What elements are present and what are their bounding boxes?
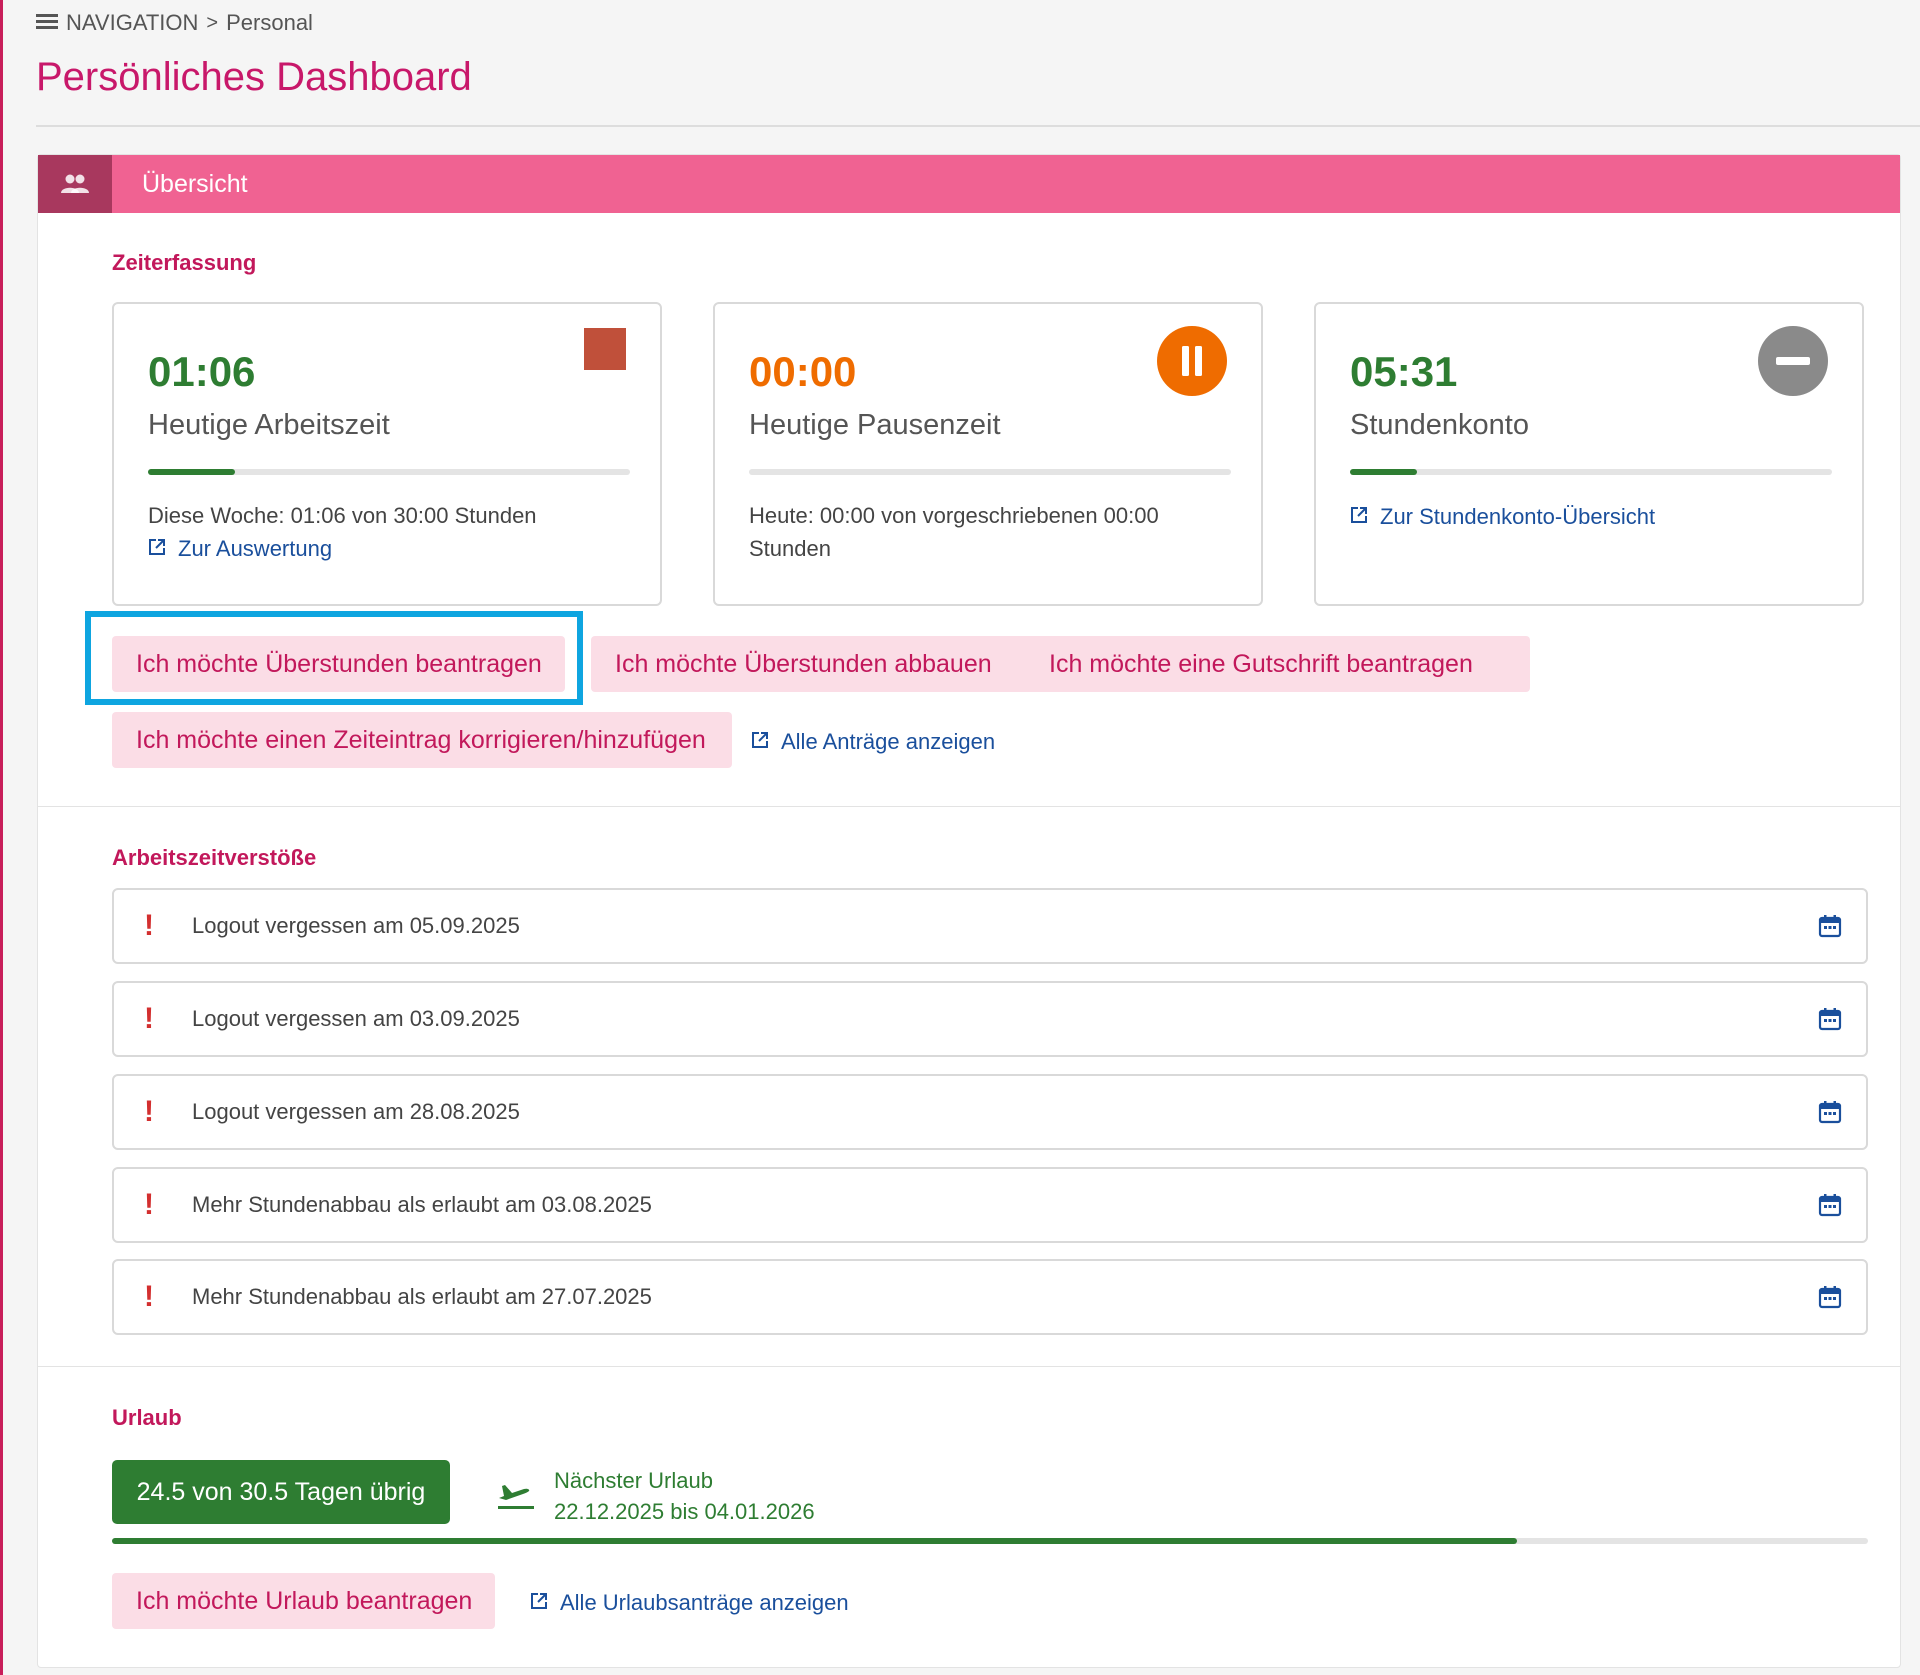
correct-time-entry-button[interactable]: Ich möchte einen Zeiteintrag korrigieren… [112,712,732,768]
overview-title: Übersicht [142,169,248,198]
break-time-progress [749,469,1231,475]
all-requests-link[interactable]: Alle Anträge anzeigen [751,729,995,755]
exclamation-icon: ! [144,1002,154,1035]
left-edge-accent [0,0,3,1675]
calendar-icon[interactable] [1818,1285,1842,1309]
external-link-icon [751,729,769,755]
violation-row[interactable]: ! Logout vergessen am 28.08.2025 [112,1074,1868,1150]
vacation-remaining-badge: 24.5 von 30.5 Tagen übrig [112,1460,450,1524]
highlight-frame [85,611,583,705]
external-link-icon [148,536,166,562]
violation-row[interactable]: ! Mehr Stundenabbau als erlaubt am 27.07… [112,1259,1868,1335]
request-vacation-button[interactable]: Ich möchte Urlaub beantragen [112,1573,495,1629]
menu-icon[interactable] [36,10,58,36]
evaluation-link-label: Zur Auswertung [178,536,333,561]
hour-balance-tile: 05:31 Stundenkonto Zur Stundenkonto-Über… [1314,302,1864,606]
exclamation-icon: ! [144,909,154,942]
calendar-icon[interactable] [1818,1007,1842,1031]
minus-circle-icon[interactable] [1758,326,1828,401]
all-requests-link-label: Alle Anträge anzeigen [781,729,996,754]
external-link-icon [530,1590,548,1616]
work-time-progress [148,469,630,475]
request-credit-button[interactable]: Ich möchte eine Gutschrift beantragen [1025,636,1530,692]
hour-balance-value: 05:31 [1350,348,1458,395]
section-divider [38,806,1900,807]
next-vacation-dates: 22.12.2025 bis 04.01.2026 [554,1499,815,1524]
break-time-label: Heutige Pausenzeit [749,409,1001,441]
vacation-progress [112,1538,1868,1544]
work-time-label: Heutige Arbeitszeit [148,409,390,441]
violation-text: Logout vergessen am 03.09.2025 [192,1006,520,1031]
reduce-overtime-button[interactable]: Ich möchte Überstunden abbauen [591,636,1042,692]
breadcrumb-current: Personal [226,10,313,35]
section-divider [38,1366,1900,1367]
violation-text: Logout vergessen am 28.08.2025 [192,1099,520,1124]
calendar-icon[interactable] [1818,914,1842,938]
chevron-right-icon: > [206,11,219,34]
section-label-time-tracking: Zeiterfassung [112,250,257,275]
violation-row[interactable]: ! Logout vergessen am 05.09.2025 [112,888,1868,964]
breadcrumb: NAVIGATION > Personal [36,10,313,36]
exclamation-icon: ! [144,1280,154,1313]
hour-balance-progress [1350,469,1832,475]
section-label-vacation: Urlaub [112,1405,182,1430]
violation-text: Mehr Stundenabbau als erlaubt am 27.07.2… [192,1284,652,1309]
hour-balance-link-label: Zur Stundenkonto-Übersicht [1380,504,1656,529]
work-time-info: Diese Woche: 01:06 von 30:00 Stunden [148,503,537,528]
exclamation-icon: ! [144,1188,154,1221]
next-vacation-label: Nächster Urlaub [554,1468,713,1493]
violation-text: Logout vergessen am 05.09.2025 [192,913,520,938]
hour-balance-link[interactable]: Zur Stundenkonto-Übersicht [1350,504,1655,530]
break-time-tile: 00:00 Heutige Pausenzeit Heute: 00:00 vo… [713,302,1263,606]
violation-row[interactable]: ! Mehr Stundenabbau als erlaubt am 03.08… [112,1167,1868,1243]
calendar-icon[interactable] [1818,1193,1842,1217]
break-time-value: 00:00 [749,348,857,395]
hour-balance-label: Stundenkonto [1350,409,1529,441]
exclamation-icon: ! [144,1095,154,1128]
overview-card: Übersicht Zeiterfassung 01:06 Heutige Ar… [37,154,1901,1668]
section-label-violations: Arbeitszeitverstöße [112,845,317,870]
evaluation-link[interactable]: Zur Auswertung [148,536,332,562]
all-vacation-requests-link-label: Alle Urlaubsanträge anzeigen [560,1590,849,1615]
pause-icon[interactable] [1157,326,1227,401]
work-time-tile: 01:06 Heutige Arbeitszeit Diese Woche: 0… [112,302,662,606]
work-time-value: 01:06 [148,348,256,395]
violation-text: Mehr Stundenabbau als erlaubt am 03.08.2… [192,1192,652,1217]
next-vacation: Nächster Urlaub 22.12.2025 bis 04.01.202… [496,1465,815,1527]
violation-row[interactable]: ! Logout vergessen am 03.09.2025 [112,981,1868,1057]
plane-departure-icon [496,1476,536,1517]
overview-header: Übersicht [38,155,1900,213]
calendar-icon[interactable] [1818,1100,1842,1124]
all-vacation-requests-link[interactable]: Alle Urlaubsanträge anzeigen [530,1590,849,1616]
break-time-info: Heute: 00:00 von vorgeschriebenen 00:00 … [749,503,1159,561]
external-link-icon [1350,504,1368,530]
title-divider [36,125,1920,127]
page-title: Persönliches Dashboard [36,55,472,99]
breadcrumb-nav[interactable]: NAVIGATION [66,10,198,36]
stop-icon[interactable] [582,326,626,375]
users-icon [38,155,112,213]
